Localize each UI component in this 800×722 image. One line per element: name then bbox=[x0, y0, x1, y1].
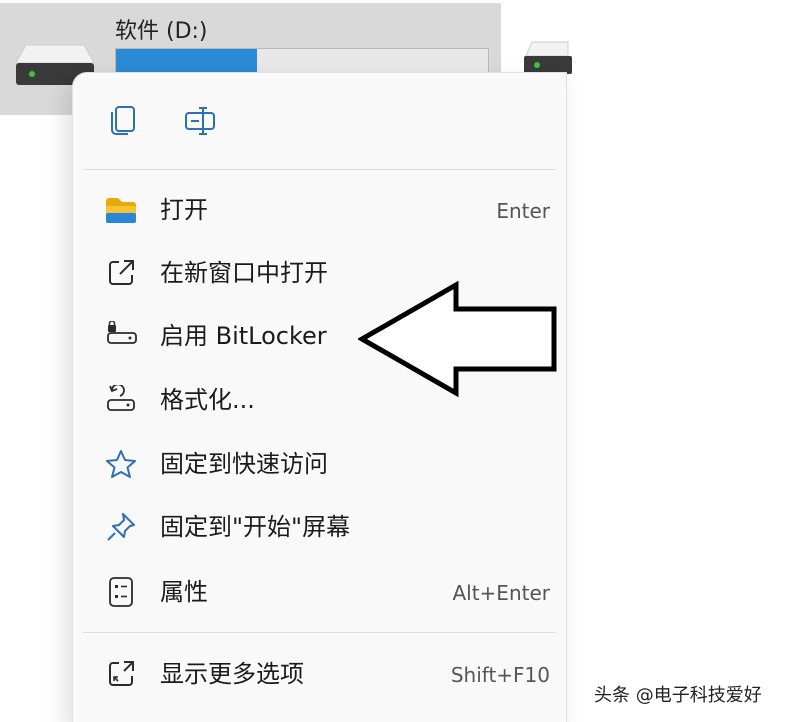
show-more-icon bbox=[103, 656, 139, 692]
menu-item-label: 打开 bbox=[160, 196, 208, 224]
menu-item-open[interactable]: 打开 Enter bbox=[73, 180, 566, 240]
drive-usage-bar bbox=[115, 48, 489, 74]
menu-item-label: 属性 bbox=[160, 578, 208, 606]
drive-usage-fill bbox=[116, 49, 258, 73]
menu-item-properties[interactable]: 属性 Alt+Enter bbox=[73, 562, 566, 622]
menu-item-label: 格式化... bbox=[160, 386, 255, 414]
menu-item-show-more[interactable]: 显示更多选项 Shift+F10 bbox=[73, 644, 566, 704]
open-new-window-icon bbox=[103, 255, 139, 291]
menu-item-pin-quick-access[interactable]: 固定到快速访问 bbox=[73, 434, 566, 494]
copy-button[interactable] bbox=[101, 99, 145, 143]
context-menu: 打开 Enter 在新窗口中打开 启用 BitLocker 格式化... 固定到… bbox=[73, 73, 566, 722]
folder-icon bbox=[103, 192, 139, 228]
menu-item-shortcut: Shift+F10 bbox=[450, 663, 550, 687]
copy-icon bbox=[111, 106, 135, 135]
menu-item-shortcut: Enter bbox=[496, 199, 550, 223]
rename-icon bbox=[185, 107, 215, 135]
menu-item-pin-start[interactable]: 固定到"开始"屏幕 bbox=[73, 497, 566, 557]
annotation-arrow-icon bbox=[358, 281, 557, 397]
menu-item-label: 固定到"开始"屏幕 bbox=[160, 513, 351, 541]
menu-separator bbox=[83, 632, 556, 633]
rename-button[interactable] bbox=[179, 99, 223, 143]
menu-item-label: 固定到快速访问 bbox=[160, 450, 328, 478]
menu-separator bbox=[83, 169, 556, 170]
bitlocker-icon bbox=[103, 318, 139, 354]
drive-name: 软件 (D:) bbox=[115, 19, 208, 44]
menu-item-label: 启用 BitLocker bbox=[160, 322, 327, 350]
menu-item-label: 在新窗口中打开 bbox=[160, 259, 328, 287]
menu-quick-actions bbox=[73, 73, 566, 169]
menu-item-shortcut: Alt+Enter bbox=[452, 581, 550, 605]
pin-icon bbox=[103, 509, 139, 545]
format-icon bbox=[103, 382, 139, 418]
star-icon bbox=[103, 446, 139, 482]
menu-item-label: 显示更多选项 bbox=[160, 660, 304, 688]
properties-icon bbox=[103, 574, 139, 610]
watermark-text: 头条 @电子科技爱好 bbox=[594, 685, 762, 706]
